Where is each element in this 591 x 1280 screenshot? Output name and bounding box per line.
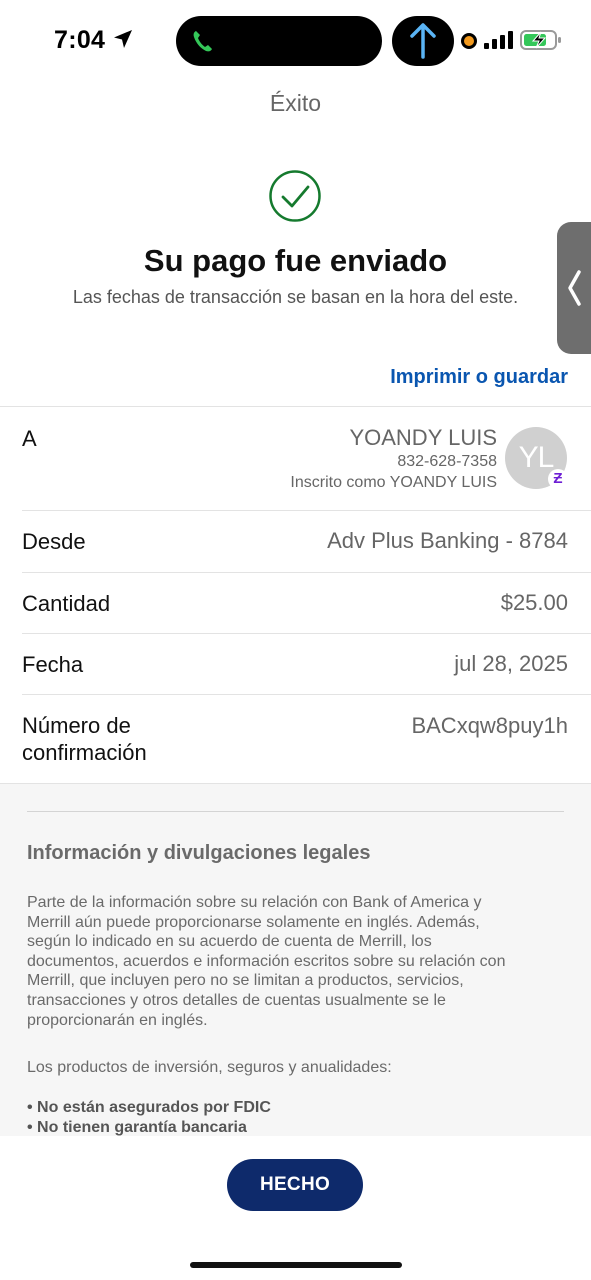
battery-charging-icon	[520, 30, 561, 50]
legal-line: Parte de la información sobre su relació…	[27, 894, 482, 911]
legal-line: Merrill aún puede proporcionarse solamen…	[27, 913, 480, 931]
to-label: A	[22, 426, 37, 451]
done-button[interactable]: HECHO	[227, 1159, 363, 1211]
from-account-value: Adv Plus Banking - 8784	[327, 528, 568, 553]
status-bar: 7:04	[0, 0, 591, 82]
legal-line: transacciones y otros detalles de cuenta…	[27, 991, 446, 1009]
legal-products-intro: Los productos de inversión, seguros y an…	[27, 1059, 392, 1076]
legal-divider	[27, 811, 564, 812]
payee-enrolled-as: Inscrito como YOANDY LUIS	[290, 474, 497, 491]
confirmation-number-value: BACxqw8puy1h	[411, 713, 568, 738]
home-indicator[interactable]	[190, 1262, 402, 1268]
legal-line: documentos, acuerdos e información escri…	[27, 952, 506, 970]
success-check-icon	[269, 170, 321, 222]
divider	[22, 572, 591, 573]
location-arrow-icon	[114, 30, 132, 48]
legal-line: proporcionarán en inglés.	[27, 1011, 208, 1029]
confirmation-label-line1: Número de	[22, 713, 131, 738]
chevron-left-icon	[568, 270, 581, 306]
phone-call-icon	[193, 31, 212, 52]
legal-line: Merrill, que incluyen pero no se limitan…	[27, 972, 464, 990]
confirmation-label-line2: confirmación	[22, 740, 147, 765]
legal-line: según lo indicado en su acuerdo de cuent…	[27, 933, 432, 951]
divider	[0, 783, 591, 784]
amount-value: $25.00	[500, 590, 568, 615]
divider	[22, 633, 591, 634]
confirmation-label: Número de confirmación	[22, 712, 147, 766]
signal-icon	[484, 31, 513, 49]
amount-label: Cantidad	[22, 591, 111, 616]
payee-name: YOANDY LUIS	[349, 425, 497, 450]
screen-title: Éxito	[269, 90, 322, 116]
legal-paragraph: Parte de la información sobre su relació…	[27, 893, 567, 1030]
divider	[22, 694, 591, 695]
privacy-indicator	[461, 33, 477, 49]
timezone-note: Las fechas de transacción se basan en la…	[72, 287, 519, 307]
date-value: jul 28, 2025	[454, 651, 568, 676]
status-time: 7:04	[54, 26, 106, 54]
legal-bullet-bank-guarantee: • No tienen garantía bancaria	[27, 1119, 247, 1136]
payee-phone: 832-628-7358	[397, 453, 497, 470]
divider	[0, 406, 591, 407]
upload-arrow-icon	[410, 23, 436, 59]
payment-sent-headline: Su pago fue enviado	[143, 243, 448, 278]
zelle-badge-icon: Ƶ	[548, 469, 568, 489]
print-or-save-link[interactable]: Imprimir o guardar	[390, 366, 568, 389]
divider	[22, 510, 591, 511]
from-label: Desde	[22, 529, 86, 554]
date-label: Fecha	[22, 652, 84, 677]
legal-bullet-fdic: • No están asegurados por FDIC	[27, 1099, 271, 1116]
legal-title: Información y divulgaciones legales	[27, 842, 371, 864]
